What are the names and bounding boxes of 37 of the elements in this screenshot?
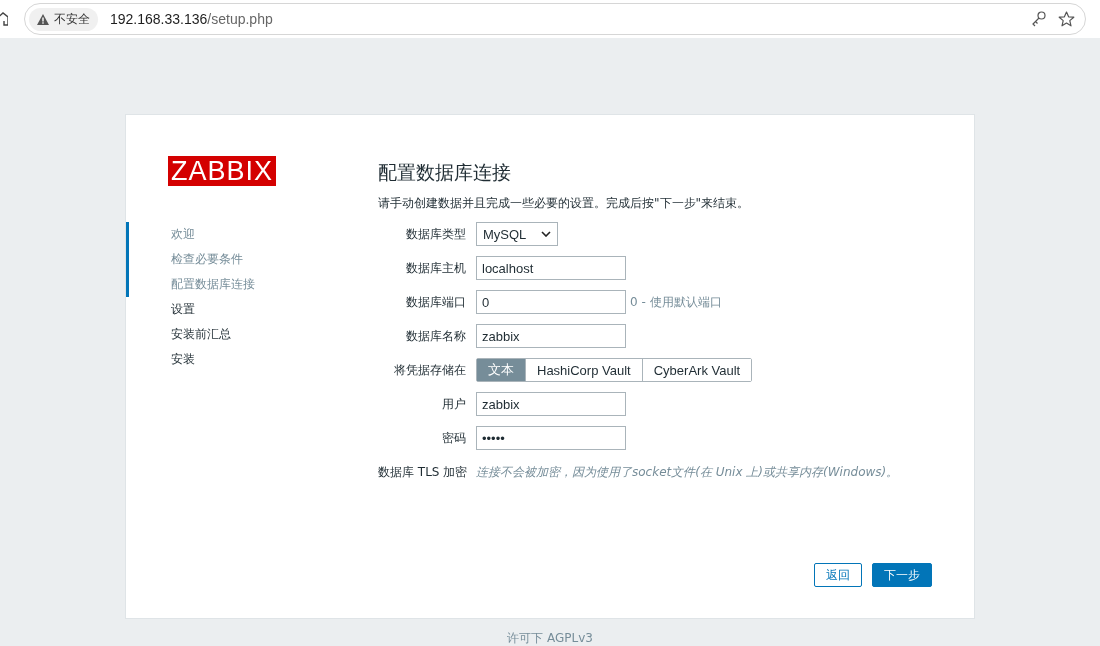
input-field[interactable]: localhost: [476, 256, 626, 280]
field-label: 数据库端口: [405, 293, 466, 311]
tls-note: 连接不会被加密，因为使用了socket文件(在 Unix 上)或共享内存(Windows)。: [476, 463, 899, 481]
storage-option[interactable]: CyberArk Vault: [641, 359, 752, 381]
field-hint: 0 - 使用默认端口: [630, 293, 722, 311]
field-label: 将凭据存储在: [393, 361, 466, 379]
field-label: 数据库主机: [405, 259, 466, 277]
input-field[interactable]: zabbix: [476, 324, 626, 348]
security-badge[interactable]: 不安全: [29, 7, 98, 31]
setup-step: 设置: [126, 297, 376, 322]
setup-step: 检查必要条件: [126, 247, 376, 272]
license-text: 许可下 AGPLv3: [507, 630, 593, 646]
url-text: 192.168.33.136/setup.php: [110, 11, 273, 27]
key-icon[interactable]: [1032, 11, 1046, 27]
input-field[interactable]: 0: [476, 290, 626, 314]
home-icon[interactable]: [0, 12, 8, 26]
star-icon[interactable]: [1058, 11, 1075, 27]
setup-step: 配置数据库连接: [126, 272, 376, 297]
setup-step: 安装前汇总: [126, 322, 376, 347]
next-button[interactable]: 下一步: [872, 563, 932, 587]
security-label: 不安全: [54, 10, 90, 28]
field-label: 密码: [441, 429, 466, 447]
setup-step: 安装: [126, 347, 376, 372]
page-title: 配置数据库连接: [378, 160, 512, 185]
field-label: 数据库名称: [405, 327, 466, 345]
zabbix-logo: ZABBIX: [168, 156, 277, 186]
warning-icon: [37, 13, 49, 25]
field-label: 数据库类型: [405, 225, 466, 243]
field-label: 用户: [441, 395, 466, 413]
chevron-down-icon: [541, 231, 551, 237]
intro-text: 请手动创建数据并且完成一些必要的设置。完成后按"下一步"来结束。: [378, 195, 751, 212]
back-button[interactable]: 返回: [814, 563, 862, 587]
field-label: 数据库 TLS 加密: [378, 463, 466, 481]
database-type-select[interactable]: MySQL: [476, 222, 558, 246]
setup-step: 欢迎: [126, 222, 376, 247]
input-field[interactable]: zabbix: [476, 392, 626, 416]
input-field[interactable]: •••••: [476, 426, 626, 450]
